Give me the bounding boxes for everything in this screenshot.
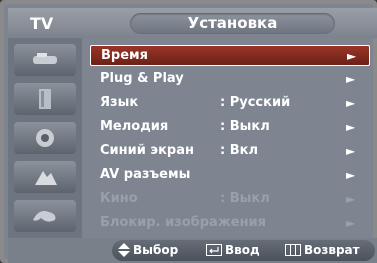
- menu-item-label: Мелодия: [100, 119, 169, 134]
- input-icon: [33, 211, 56, 222]
- arrow-right-icon: ►: [347, 49, 357, 63]
- settings-menu: Время ► Plug & Play ► Язык : Русский ► М…: [88, 41, 371, 235]
- menu-item-av-connectors[interactable]: AV разъемы ►: [90, 165, 370, 186]
- menu-item-film: Кино : Выкл ►: [90, 189, 370, 210]
- sidebar-item-picture[interactable]: [14, 44, 76, 76]
- menu-item-label: Кино: [100, 191, 138, 206]
- enter-label: Ввод: [225, 243, 260, 257]
- menu-item-blue-screen[interactable]: Синий экран : Вкл ►: [90, 141, 370, 162]
- menu-item-value: : Вкл: [220, 143, 258, 158]
- menu-footer: Выбор Ввод Возврат: [8, 238, 377, 263]
- up-down-arrow-icon: [118, 243, 130, 257]
- footer-return-hint[interactable]: Возврат: [285, 243, 360, 257]
- menu-item-language[interactable]: Язык : Русский ►: [90, 93, 370, 114]
- arrow-right-icon: ►: [346, 144, 356, 158]
- menu-item-melody[interactable]: Мелодия : Выкл ►: [90, 117, 370, 138]
- menu-item-label: Синий экран: [100, 143, 194, 158]
- arrow-right-icon: ►: [346, 120, 356, 134]
- footer-select-hint[interactable]: Выбор: [118, 243, 178, 257]
- arrow-right-icon: ►: [346, 216, 356, 230]
- osd-menu-frame: TV Установка Время ► Plug & Play ► Язык …: [0, 0, 377, 263]
- select-label: Выбор: [133, 243, 179, 257]
- menu-item-value: : Выкл: [220, 119, 270, 134]
- footer-enter-hint[interactable]: Ввод: [206, 243, 260, 257]
- menu-item-time[interactable]: Время ►: [90, 45, 370, 66]
- arrow-right-icon: ►: [346, 72, 356, 86]
- menu-header: TV Установка: [8, 8, 377, 38]
- arrow-right-icon: ►: [346, 168, 356, 182]
- category-sidebar: [8, 38, 82, 238]
- source-label: TV: [30, 14, 54, 33]
- menu-item-label: Язык: [100, 95, 139, 110]
- menu-item-label: Plug & Play: [100, 71, 184, 86]
- enter-icon: [206, 244, 222, 256]
- setup-icon: [35, 171, 57, 185]
- sidebar-item-setup[interactable]: [14, 161, 76, 193]
- return-label: Возврат: [304, 243, 360, 257]
- picture-icon: [33, 53, 57, 64]
- menu-item-value: : Русский: [220, 95, 291, 110]
- arrow-right-icon: ►: [346, 96, 356, 110]
- menu-title: Установка: [130, 13, 335, 34]
- sidebar-item-sound[interactable]: [14, 83, 76, 115]
- menu-item-label: Блокир. изображения: [100, 215, 267, 230]
- return-icon: [285, 244, 301, 256]
- menu-item-value: : Выкл: [220, 191, 270, 206]
- arrow-right-icon: ►: [346, 192, 356, 206]
- footer-help-bar: Выбор Ввод Возврат: [112, 240, 375, 261]
- menu-item-plug-play[interactable]: Plug & Play ►: [90, 69, 370, 90]
- menu-item-label: AV разъемы: [100, 167, 191, 182]
- menu-item-image-lock: Блокир. изображения ►: [90, 213, 370, 234]
- channel-icon: [36, 129, 54, 147]
- sound-icon: [39, 89, 51, 109]
- sidebar-item-input[interactable]: [14, 200, 76, 232]
- sidebar-item-channel[interactable]: [14, 122, 76, 154]
- menu-item-label: Время: [101, 48, 149, 63]
